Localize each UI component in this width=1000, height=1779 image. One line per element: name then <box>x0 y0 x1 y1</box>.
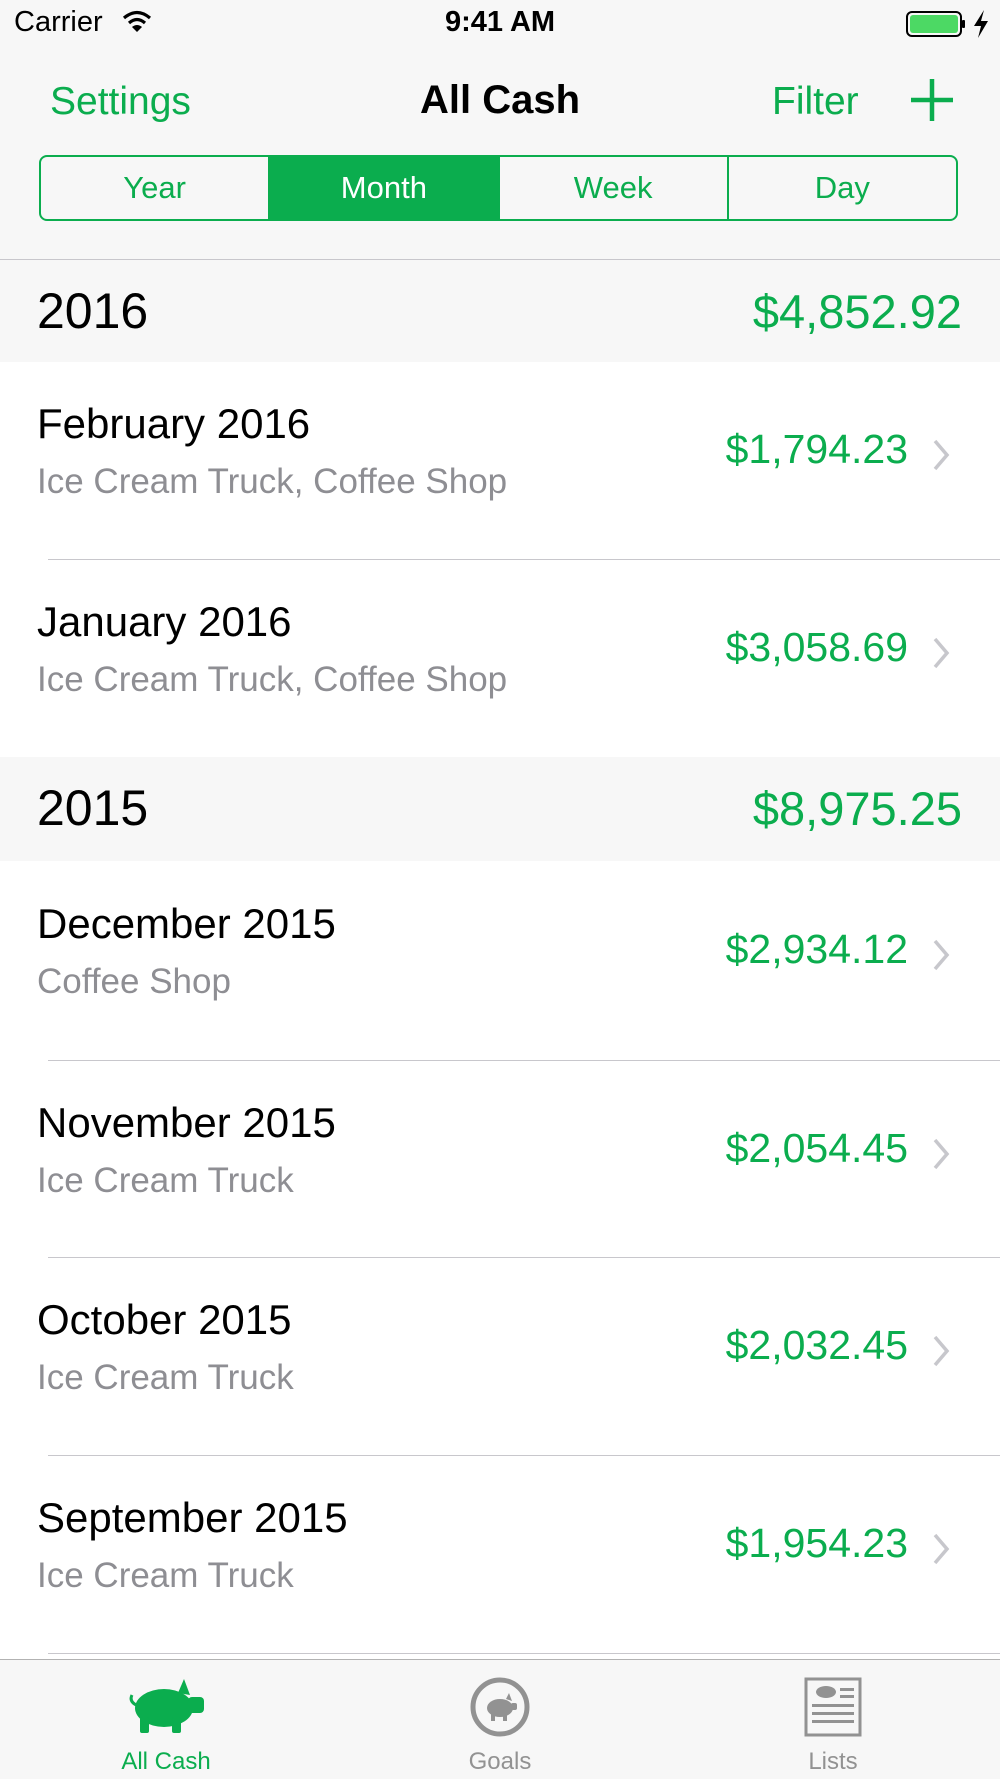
row-title: January 2016 <box>37 598 292 645</box>
plus-icon[interactable] <box>908 76 956 124</box>
row-title: December 2015 <box>37 900 336 947</box>
row-subtitle: Coffee Shop <box>37 962 231 1001</box>
row-title: September 2015 <box>37 1494 348 1541</box>
tab-lists[interactable]: Lists <box>733 1660 933 1779</box>
row-subtitle: Ice Cream Truck <box>37 1358 294 1397</box>
row-title: February 2016 <box>37 400 311 447</box>
chevron-right-icon <box>933 1335 950 1367</box>
chevron-right-icon <box>933 637 950 669</box>
row-amount: $2,054.45 <box>725 1125 908 1171</box>
tab-all-cash[interactable]: All Cash <box>66 1660 266 1779</box>
battery-icon <box>906 11 965 37</box>
row-subtitle: Ice Cream Truck <box>37 1556 294 1595</box>
section-header-2016: 2016 $4,852.92 <box>0 260 1000 362</box>
row-separator <box>48 1653 1000 1654</box>
section-total: $4,852.92 <box>752 285 962 338</box>
list-item[interactable]: October 2015 Ice Cream Truck $2,032.45 <box>0 1258 1000 1456</box>
row-amount: $1,794.23 <box>725 426 908 472</box>
segment-day[interactable]: Day <box>729 157 956 219</box>
segment-month[interactable]: Month <box>270 157 500 219</box>
period-segmented-control: Year Month Week Day <box>39 155 958 221</box>
chevron-right-icon <box>933 939 950 971</box>
charging-bolt-icon <box>974 10 988 38</box>
list-document-icon <box>804 1677 862 1737</box>
tab-goals[interactable]: Goals <box>400 1660 600 1779</box>
chevron-right-icon <box>933 1533 950 1565</box>
row-title: October 2015 <box>37 1296 292 1343</box>
list-item[interactable]: December 2015 Coffee Shop $2,934.12 <box>0 862 1000 1060</box>
tab-label: All Cash <box>121 1748 211 1775</box>
segment-week[interactable]: Week <box>500 157 729 219</box>
section-total: $8,975.25 <box>752 782 962 835</box>
pig-icon <box>129 1679 204 1733</box>
section-header-2015: 2015 $8,975.25 <box>0 757 1000 861</box>
row-subtitle: Ice Cream Truck, Coffee Shop <box>37 660 508 699</box>
segment-year[interactable]: Year <box>41 157 271 219</box>
status-time: 9:41 AM <box>444 6 556 38</box>
row-amount: $2,032.45 <box>725 1322 908 1368</box>
row-title: November 2015 <box>37 1099 336 1146</box>
chevron-right-icon <box>933 439 950 471</box>
filter-button[interactable]: Filter <box>772 80 859 124</box>
list-item[interactable]: November 2015 Ice Cream Truck $2,054.45 <box>0 1061 1000 1259</box>
tab-bar: All Cash Goals Lists <box>0 1659 1000 1779</box>
list-item[interactable]: January 2016 Ice Cream Truck, Coffee Sho… <box>0 560 1000 758</box>
tab-label: Goals <box>468 1748 532 1775</box>
list-item[interactable]: February 2016 Ice Cream Truck, Coffee Sh… <box>0 362 1000 560</box>
list-item[interactable]: September 2015 Ice Cream Truck $1,954.23 <box>0 1456 1000 1654</box>
row-amount: $2,934.12 <box>725 926 908 972</box>
section-year: 2015 <box>37 780 149 836</box>
section-year: 2016 <box>37 283 149 339</box>
row-amount: $1,954.23 <box>725 1520 908 1566</box>
tab-label: Lists <box>808 1748 858 1775</box>
row-subtitle: Ice Cream Truck <box>37 1161 294 1200</box>
goal-pig-icon <box>470 1677 530 1737</box>
chevron-right-icon <box>933 1138 950 1170</box>
row-subtitle: Ice Cream Truck, Coffee Shop <box>37 462 508 501</box>
row-amount: $3,058.69 <box>725 624 908 670</box>
